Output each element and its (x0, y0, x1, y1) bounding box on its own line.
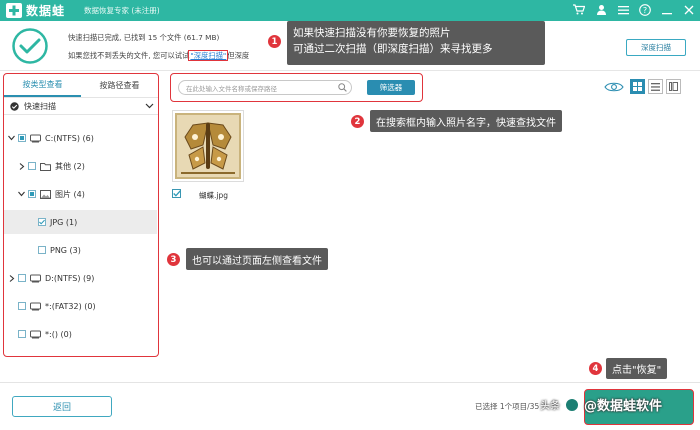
annotation-number-4: 4 (588, 361, 603, 376)
annotation-number-3: 3 (166, 252, 181, 267)
scan-hint-suffix: 但深度 (227, 51, 250, 60)
scan-hint-text: 如果您找不到丢失的文件, 您可以试试"深度扫描"但深度 (68, 50, 250, 61)
drive-icon (30, 302, 41, 310)
watermark: 头条 @数据蛙软件 (540, 395, 662, 414)
expand-arrow-icon[interactable] (17, 162, 26, 170)
collapse-arrow-icon[interactable] (17, 191, 26, 197)
view-controls (604, 79, 681, 94)
watermark-part2: @数据蛙软件 (584, 399, 663, 414)
app-name: 数据蛙 (26, 4, 66, 18)
tree-checkbox[interactable] (28, 190, 36, 198)
checkmark-icon (39, 219, 45, 225)
detail-icon (669, 82, 678, 91)
cart-icon[interactable] (572, 2, 586, 17)
annotation-4: 点击"恢复" (606, 358, 668, 379)
file-checkbox[interactable] (172, 189, 181, 198)
chevron-down-icon (145, 103, 154, 109)
search-icon[interactable] (338, 83, 347, 92)
drive-icon (30, 274, 41, 282)
detail-view-button[interactable] (666, 79, 681, 94)
tree-checkbox[interactable] (18, 302, 26, 310)
tree-item-jpg[interactable]: JPG (1) (4, 210, 157, 234)
tree-checkbox-checked[interactable] (38, 218, 46, 226)
tree-item-other[interactable]: 其他 (2) (4, 154, 157, 178)
watermark-logo-icon (564, 396, 580, 413)
search-area: 在此处输入文件名称或保存路径 筛选器 (170, 73, 423, 102)
annotation-number-1: 1 (267, 34, 282, 49)
deep-scan-link[interactable]: "深度扫描" (188, 50, 229, 61)
tree-checkbox[interactable] (18, 134, 26, 142)
scan-summary-text: 快速扫描已完成, 已找到 15 个文件 (61.7 MB) (68, 33, 220, 42)
drive-icon (30, 330, 41, 338)
tab-by-path[interactable]: 按路径查看 (81, 74, 158, 97)
tree-item-c-drive[interactable]: C:(NTFS) (6) (4, 126, 157, 150)
grid-view-button[interactable] (630, 79, 645, 94)
tree-item-label: D:(NTFS) (9) (45, 273, 95, 283)
tree-item-png[interactable]: PNG (3) (4, 238, 157, 262)
watermark-part1: 头条 (540, 401, 560, 412)
file-name: 蝴蝶.jpg (199, 191, 228, 200)
drive-icon (30, 134, 41, 142)
grid-icon (633, 82, 642, 91)
tree-item-label: 图片 (4) (55, 189, 85, 199)
collapse-arrow-icon[interactable] (7, 135, 16, 141)
svg-text:?: ? (643, 6, 647, 15)
app-logo-icon (6, 3, 22, 18)
minimize-icon[interactable] (660, 2, 674, 17)
list-view-button[interactable] (648, 79, 663, 94)
butterfly-photo-thumbnail (175, 113, 241, 179)
tree-checkbox[interactable] (38, 246, 46, 254)
tree-item-pictures[interactable]: 图片 (4) (4, 182, 157, 206)
tree-item-d-drive[interactable]: D:(NTFS) (9) (4, 266, 157, 290)
tree-item-unknown[interactable]: *:() (0) (4, 322, 157, 346)
search-input[interactable]: 在此处输入文件名称或保存路径 (178, 80, 352, 95)
file-thumbnail[interactable] (172, 110, 244, 182)
list-icon (651, 82, 660, 91)
selection-info: 已选择 1个项目/35 (475, 402, 540, 411)
annotation-1-line2: 可通过二次扫描（即深度扫描）来寻找更多 (293, 43, 493, 55)
close-icon[interactable] (682, 2, 696, 17)
tree-checkbox[interactable] (28, 162, 36, 170)
tree-item-label: 其他 (2) (55, 161, 85, 171)
scan-complete-icon (12, 28, 48, 64)
title-bar: 数据蛙 数据恢复专家 (未注册) ? (0, 0, 700, 21)
folder-icon (40, 162, 51, 171)
image-icon (40, 189, 51, 199)
annotation-number-2: 2 (350, 114, 365, 129)
expand-arrow-icon[interactable] (7, 274, 16, 282)
menu-icon[interactable] (616, 2, 630, 17)
scan-mode-label: 快速扫描 (24, 101, 56, 111)
tab-by-type[interactable]: 按类型查看 (4, 74, 81, 97)
annotation-2: 在搜索框内输入照片名字，快速查找文件 (370, 110, 562, 132)
checkmark-icon (173, 190, 181, 197)
tree-item-fat32[interactable]: *:(FAT32) (0) (4, 294, 157, 318)
tree-item-label: PNG (3) (50, 245, 81, 255)
scan-mode-dropdown[interactable]: 快速扫描 (4, 98, 158, 115)
app-subtitle: 数据恢复专家 (未注册) (84, 6, 160, 15)
tree-item-label: JPG (1) (50, 217, 78, 227)
tree-checkbox[interactable] (18, 330, 26, 338)
preview-eye-icon[interactable] (604, 81, 624, 93)
left-panel: 按类型查看 按路径查看 快速扫描 C:(NTFS) (6) 其他 (2) 图片 … (3, 73, 159, 357)
back-button[interactable]: 返回 (12, 396, 112, 417)
user-icon[interactable] (594, 2, 608, 17)
tree-item-label: C:(NTFS) (6) (45, 133, 94, 143)
annotation-1-line1: 如果快速扫描没有你要恢复的照片 (293, 27, 451, 39)
search-placeholder: 在此处输入文件名称或保存路径 (186, 84, 277, 93)
tree-item-label: *:(FAT32) (0) (45, 301, 96, 311)
annotation-1: 如果快速扫描没有你要恢复的照片 可通过二次扫描（即深度扫描）来寻找更多 (287, 21, 545, 65)
deep-scan-button[interactable]: 深度扫描 (626, 39, 686, 56)
checkmark-circle-icon (10, 101, 19, 111)
filter-button[interactable]: 筛选器 (367, 80, 415, 95)
annotation-3: 也可以通过页面左侧查看文件 (186, 248, 328, 270)
tree-item-label: *:() (0) (45, 329, 72, 339)
scan-hint-prefix: 如果您找不到丢失的文件, 您可以试试 (68, 51, 190, 60)
tree-checkbox[interactable] (18, 274, 26, 282)
help-icon[interactable]: ? (638, 2, 652, 17)
